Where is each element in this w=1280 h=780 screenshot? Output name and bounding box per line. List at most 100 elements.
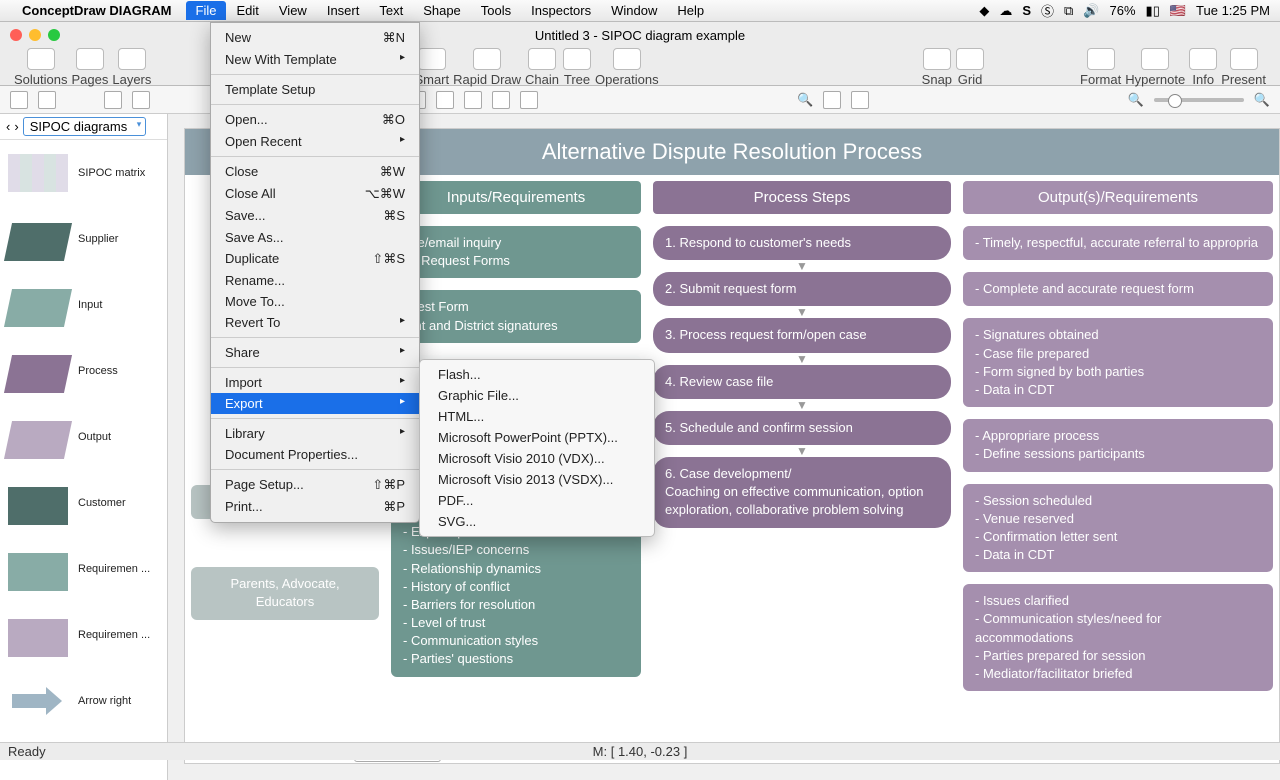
toolbar-chain[interactable]: Chain <box>525 48 559 87</box>
input-box[interactable]: - Explain process/role of neutral- Issue… <box>391 515 641 677</box>
rect-tool[interactable] <box>104 91 122 109</box>
menu-insert[interactable]: Insert <box>317 1 370 20</box>
menu-item-page-setup-[interactable]: Page Setup...⇧⌘P <box>211 474 419 496</box>
export-svg-[interactable]: SVG... <box>420 511 654 532</box>
menu-item-move-to-[interactable]: Move To... <box>211 291 419 312</box>
connector-3[interactable] <box>464 91 482 109</box>
s-icon[interactable]: S <box>1022 3 1031 18</box>
toolbar-snap[interactable]: Snap <box>922 48 952 87</box>
toolbar-solutions[interactable]: Solutions <box>14 48 67 87</box>
toolbar-layers[interactable]: Layers <box>112 48 151 87</box>
ellipse-tool[interactable] <box>132 91 150 109</box>
lib-item-customer[interactable]: Customer <box>0 470 167 536</box>
menu-inspectors[interactable]: Inspectors <box>521 1 601 20</box>
menu-help[interactable]: Help <box>667 1 714 20</box>
menu-item-new[interactable]: New⌘N <box>211 27 419 49</box>
menu-text[interactable]: Text <box>369 1 413 20</box>
step-box[interactable]: 6. Case development/Coaching on effectiv… <box>653 457 951 528</box>
menu-item-new-with-template[interactable]: New With Template <box>211 49 419 70</box>
output-box[interactable]: - Complete and accurate request form <box>963 272 1273 306</box>
lib-item-sipoc-matrix[interactable]: SIPOC matrix <box>0 140 167 206</box>
volume-icon[interactable]: 🔊 <box>1083 3 1099 19</box>
step-box[interactable]: 1. Respond to customer's needs <box>653 226 951 260</box>
menu-window[interactable]: Window <box>601 1 667 20</box>
zoom-out-icon[interactable]: 🔍 <box>1128 92 1144 108</box>
export-microsoft-powerpoint-pptx-[interactable]: Microsoft PowerPoint (PPTX)... <box>420 427 654 448</box>
step-box[interactable]: 4. Review case file <box>653 365 951 399</box>
menu-item-duplicate[interactable]: Duplicate⇧⌘S <box>211 248 419 270</box>
menu-item-open-recent[interactable]: Open Recent <box>211 131 419 152</box>
marquee-tool[interactable] <box>38 91 56 109</box>
menu-item-close[interactable]: Close⌘W <box>211 161 419 183</box>
toolbar-tree[interactable]: Tree <box>563 48 591 87</box>
forward-icon[interactable]: › <box>14 119 18 134</box>
menu-item-save-as-[interactable]: Save As... <box>211 227 419 248</box>
output-box[interactable]: - Session scheduled- Venue reserved- Con… <box>963 484 1273 573</box>
lib-item-process[interactable]: Process <box>0 338 167 404</box>
lib-item-supplier[interactable]: Supplier <box>0 206 167 272</box>
diamond-icon[interactable]: ◆ <box>979 3 989 19</box>
flag-icon[interactable]: 🇺🇸 <box>1170 3 1186 19</box>
zoom-icon[interactable] <box>48 29 60 41</box>
lib-item-requiremen-[interactable]: Requiremen ... <box>0 536 167 602</box>
toolbar-hypernote[interactable]: Hypernote <box>1125 48 1185 87</box>
output-box[interactable]: - Signatures obtained- Case file prepare… <box>963 318 1273 407</box>
toolbar-present[interactable]: Present <box>1221 48 1266 87</box>
step-box[interactable]: 2. Submit request form <box>653 272 951 306</box>
toolbar-operations[interactable]: Operations <box>595 48 659 87</box>
lib-item-requiremen-[interactable]: Requiremen ... <box>0 602 167 668</box>
connector-5[interactable] <box>520 91 538 109</box>
export-microsoft-visio-vdx-[interactable]: Microsoft Visio 2010 (VDX)... <box>420 448 654 469</box>
menu-item-import[interactable]: Import <box>211 372 419 393</box>
menu-item-export[interactable]: Export <box>211 393 419 414</box>
cloud-icon[interactable]: ☁ <box>999 3 1012 19</box>
export-flash-[interactable]: Flash... <box>420 364 654 385</box>
toolbar-format[interactable]: Format <box>1080 48 1121 87</box>
menu-item-save-[interactable]: Save...⌘S <box>211 205 419 227</box>
menu-item-library[interactable]: Library <box>211 423 419 444</box>
output-box[interactable]: - Appropriare process- Define sessions p… <box>963 419 1273 471</box>
step-box[interactable]: 5. Schedule and confirm session <box>653 411 951 445</box>
toolbar-rapid-draw[interactable]: Rapid Draw <box>453 48 521 87</box>
step-box[interactable]: 3. Process request form/open case <box>653 318 951 352</box>
export-microsoft-visio-vsdx-[interactable]: Microsoft Visio 2013 (VSDX)... <box>420 469 654 490</box>
zoom-out-icon[interactable]: 🔍 <box>797 92 813 108</box>
library-breadcrumb[interactable]: ‹ › SIPOC diagrams <box>0 114 167 140</box>
back-icon[interactable]: ‹ <box>6 119 10 134</box>
pointer-tool[interactable] <box>10 91 28 109</box>
library-select[interactable]: SIPOC diagrams <box>23 117 147 136</box>
lib-item-input[interactable]: Input <box>0 272 167 338</box>
zoom-slider[interactable] <box>1154 98 1244 102</box>
toolbar-grid[interactable]: Grid <box>956 48 984 87</box>
lib-item-output[interactable]: Output <box>0 404 167 470</box>
connector-2[interactable] <box>436 91 454 109</box>
menu-edit[interactable]: Edit <box>226 1 268 20</box>
menu-view[interactable]: View <box>269 1 317 20</box>
menu-item-share[interactable]: Share <box>211 342 419 363</box>
output-box[interactable]: - Timely, respectful, accurate referral … <box>963 226 1273 260</box>
menu-file[interactable]: File <box>186 1 227 20</box>
wifi-icon[interactable]: ⧉ <box>1064 3 1073 19</box>
lib-item-arrow-right[interactable]: Arrow right <box>0 668 167 734</box>
traffic-lights[interactable] <box>10 29 60 41</box>
connector-4[interactable] <box>492 91 510 109</box>
minimize-icon[interactable] <box>29 29 41 41</box>
menu-item-open-[interactable]: Open...⌘O <box>211 109 419 131</box>
battery-icon[interactable]: ▮▯ <box>1146 3 1160 19</box>
source-box[interactable]: Parents, Advocate, Educators <box>191 567 379 619</box>
menu-item-template-setup[interactable]: Template Setup <box>211 79 419 100</box>
export-html-[interactable]: HTML... <box>420 406 654 427</box>
menu-item-rename-[interactable]: Rename... <box>211 270 419 291</box>
zoom-in-icon[interactable]: 🔍 <box>1254 92 1270 108</box>
menu-item-print-[interactable]: Print...⌘P <box>211 496 419 518</box>
toolbar-info[interactable]: Info <box>1189 48 1217 87</box>
hand-tool[interactable] <box>823 91 841 109</box>
menu-tools[interactable]: Tools <box>471 1 521 20</box>
menu-shape[interactable]: Shape <box>413 1 471 20</box>
export-pdf-[interactable]: PDF... <box>420 490 654 511</box>
input-box[interactable]: quest Formrent and District signatures <box>391 290 641 342</box>
close-icon[interactable] <box>10 29 22 41</box>
menu-item-revert-to[interactable]: Revert To <box>211 312 419 333</box>
toolbar-pages[interactable]: Pages <box>71 48 108 87</box>
menu-item-close-all[interactable]: Close All⌥⌘W <box>211 183 419 205</box>
